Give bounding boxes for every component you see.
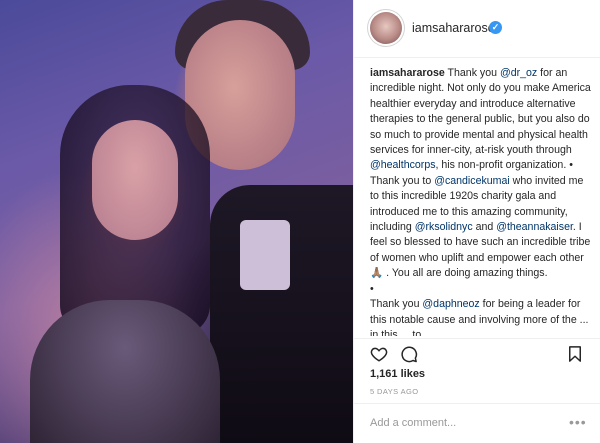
- avatar[interactable]: [370, 12, 402, 44]
- post-photo[interactable]: [0, 0, 353, 443]
- caption-text: Thank you to: [370, 174, 435, 187]
- photo-figure: [240, 220, 290, 290]
- caption-bullet: •: [370, 282, 374, 295]
- caption-text: and: [472, 221, 497, 234]
- post-caption: iamsahararose Thank you @dr_oz for an in…: [370, 66, 592, 336]
- verified-badge-icon: ✓: [489, 21, 502, 34]
- mention-link[interactable]: @healthcorps: [370, 159, 436, 171]
- instagram-post: iamsahararose ✓ iamsahararose Thank you …: [0, 0, 600, 443]
- comment-input[interactable]: Add a comment...: [370, 417, 456, 429]
- photo-figure: [30, 300, 220, 443]
- add-comment-bar: Add a comment... •••: [354, 403, 600, 443]
- caption-author-link[interactable]: iamsahararose: [370, 67, 445, 79]
- heart-icon[interactable]: [370, 345, 388, 363]
- mention-link[interactable]: @rksolidnyc: [415, 221, 473, 233]
- post-side-panel: iamsahararose ✓ iamsahararose Thank you …: [353, 0, 600, 443]
- post-header: iamsahararose ✓: [354, 0, 600, 58]
- caption-text: Thank you: [370, 298, 423, 311]
- mention-link[interactable]: @dr_oz: [500, 67, 537, 79]
- username-link[interactable]: iamsahararose: [412, 21, 495, 35]
- mention-link[interactable]: @theannakaiser: [496, 221, 573, 233]
- photo-figure: [92, 120, 178, 240]
- mention-link[interactable]: @daphneoz: [422, 298, 479, 310]
- comment-icon[interactable]: [400, 345, 418, 363]
- caption-text: Thank you: [444, 67, 500, 79]
- caption-text: , his non-profit organization. •: [435, 159, 573, 172]
- post-date: 5 DAYS AGO: [370, 387, 419, 396]
- mention-link[interactable]: @candicekumai: [434, 175, 510, 187]
- likes-count[interactable]: 1,161 likes: [370, 368, 425, 380]
- caption-text: for an incredible night. Not only do you…: [370, 67, 591, 157]
- more-options-icon[interactable]: •••: [569, 414, 587, 430]
- bookmark-icon[interactable]: [566, 345, 584, 363]
- post-actions: [354, 338, 600, 368]
